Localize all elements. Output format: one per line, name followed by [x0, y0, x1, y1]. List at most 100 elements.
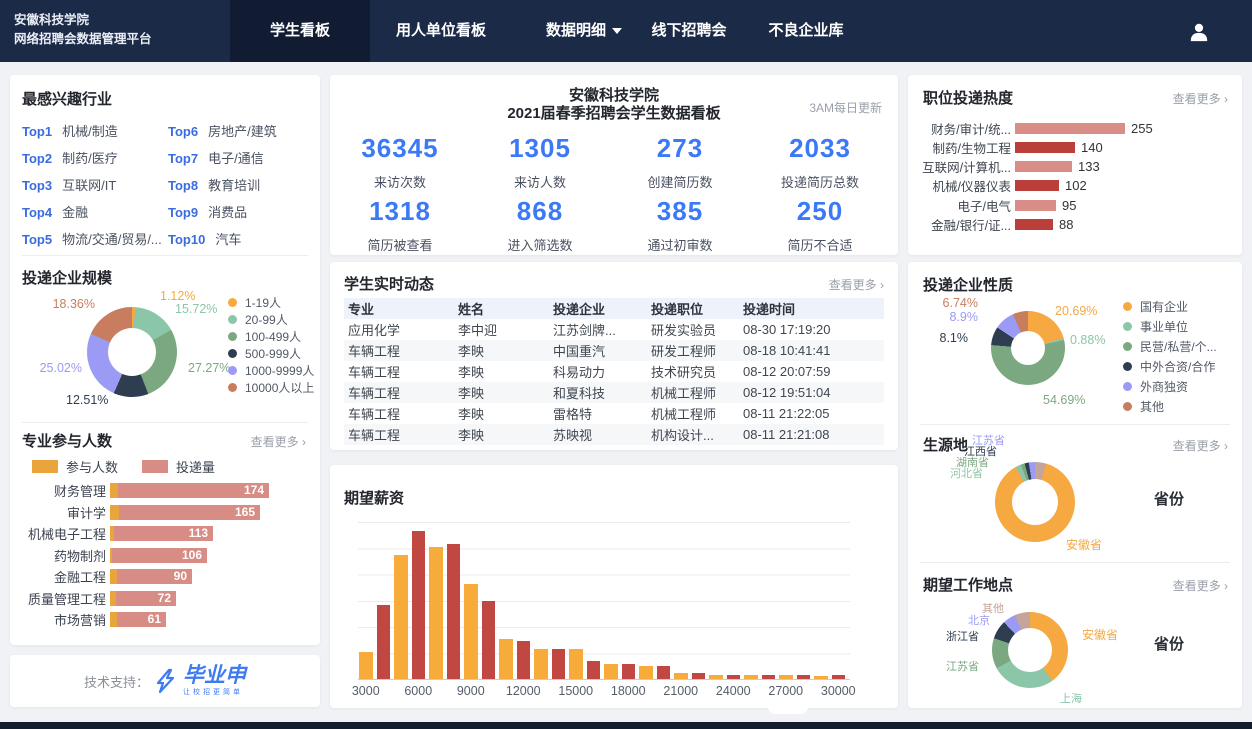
workplace-title: 期望工作地点	[923, 574, 1013, 595]
legend-dot	[1123, 402, 1132, 411]
nature-title: 投递企业性质	[923, 274, 1013, 295]
pct-label: 1.12%	[160, 289, 195, 303]
stat-label: 进入筛选数	[470, 235, 610, 254]
company-size-title: 投递企业规模	[22, 267, 112, 288]
histogram-bar	[744, 675, 758, 679]
legend-label: 中外合资/合作	[1140, 358, 1215, 375]
panel-notch	[768, 705, 808, 714]
participants-bar	[110, 483, 118, 498]
table-cell: 机械工程师	[647, 382, 739, 403]
legend-dot	[228, 349, 237, 358]
table-header: 专业	[344, 298, 454, 319]
majors-bar-row: 质量管理工程 72	[10, 591, 310, 606]
brand-slogan: 让校招更简单	[183, 687, 246, 697]
histogram-bar	[762, 675, 776, 679]
table-header: 投递时间	[739, 298, 884, 319]
histogram-bar	[832, 675, 846, 679]
origin-more-link[interactable]: 查看更多	[1173, 437, 1228, 454]
legend-label: 民营/私营/个...	[1140, 338, 1217, 355]
job-heat-row: 金融/银行/证... 88	[908, 219, 1238, 231]
table-cell: 车辆工程	[344, 403, 454, 424]
workplace-unit-label: 省份	[1154, 633, 1184, 654]
majors-category: 机械电子工程	[10, 524, 110, 543]
user-icon[interactable]	[1188, 21, 1210, 43]
company-size-legend: 1-19人20-99人100-499人500-999人1000-9999人100…	[228, 294, 314, 396]
table-row: 车辆工程李映中国重汽研发工程师08-18 10:41:41	[344, 340, 884, 361]
stat-label: 来访人数	[470, 172, 610, 191]
divider	[22, 422, 308, 423]
interest-industry: 互联网/IT	[62, 178, 116, 193]
x-tick-label: 30000	[821, 684, 856, 698]
majors-category: 药物制剂	[10, 546, 110, 565]
interest-item: Top4金融	[22, 202, 88, 221]
legend-label: 20-99人	[245, 311, 288, 328]
job-heat-bar	[1015, 142, 1075, 153]
interest-item: Top7电子/通信	[168, 148, 264, 167]
donut-hole	[1008, 628, 1052, 672]
table-cell: 科易动力	[549, 361, 647, 382]
job-heat-row: 制药/生物工程 140	[908, 141, 1238, 153]
stat-value: 1318	[330, 196, 470, 227]
bottom-bar	[0, 722, 1252, 729]
participants-bar	[110, 612, 117, 627]
legend-item: 100-499人	[228, 328, 314, 345]
tab-employer-board[interactable]: 用人单位看板	[371, 0, 511, 62]
stat-cell: 250简历不合适	[750, 196, 890, 254]
interest-industry: 制药/医疗	[62, 151, 118, 166]
right-lower-panel: 投递企业性质 20.69% 0.88% 54.69% 8.1% 8.9% 6.7…	[908, 262, 1242, 708]
histogram-bar	[779, 675, 793, 679]
majors-category: 金融工程	[10, 567, 110, 586]
histogram-bar	[622, 664, 636, 679]
interest-item: Top2制药/医疗	[22, 148, 118, 167]
geo-label: 浙江省	[946, 628, 979, 644]
job-heat-bar	[1015, 123, 1125, 134]
tab-student-board[interactable]: 学生看板	[230, 0, 370, 62]
legend-item: 事业单位	[1123, 316, 1217, 336]
table-row: 车辆工程李映科易动力技术研究员08-12 20:07:59	[344, 361, 884, 382]
histogram-bar	[709, 675, 723, 679]
majors-category: 财务管理	[10, 481, 110, 500]
table-cell: 雷格特	[549, 403, 647, 424]
table-header-row: 专业姓名投递企业投递职位投递时间	[344, 298, 884, 319]
workplace-more-link[interactable]: 查看更多	[1173, 577, 1228, 594]
job-heat-more-link[interactable]: 查看更多	[1173, 90, 1228, 107]
participants-bar	[110, 569, 117, 584]
table-cell: 机械工程师	[647, 403, 739, 424]
histogram-bar	[534, 649, 548, 679]
legend-item: 民营/私营/个...	[1123, 336, 1217, 356]
table-cell: 李映	[454, 382, 549, 403]
interest-industry: 消费品	[208, 205, 247, 220]
pct-label: 54.69%	[1043, 393, 1085, 407]
legend-dot	[1123, 302, 1132, 311]
table-cell: 08-18 10:41:41	[739, 340, 884, 361]
overview-panel: 安徽科技学院 2021届春季招聘会学生数据看板 3AM每日更新 36345来访次…	[330, 75, 898, 255]
majors-more-link[interactable]: 查看更多	[251, 433, 306, 450]
interest-industry: 机械/制造	[62, 124, 118, 139]
pct-label: 15.72%	[175, 302, 217, 316]
interest-rank: Top10	[168, 232, 205, 247]
origin-title: 生源地	[923, 434, 968, 455]
interest-industry: 房地产/建筑	[208, 124, 277, 139]
stat-value: 385	[610, 196, 750, 227]
job-heat-row: 财务/审计/统... 255	[908, 122, 1238, 134]
geo-label: 安徽省	[1082, 626, 1118, 643]
legend-label: 外商独资	[1140, 378, 1188, 395]
table-row: 车辆工程李映和夏科技机械工程师08-12 19:51:04	[344, 382, 884, 403]
interest-item: Top9消费品	[168, 202, 247, 221]
pct-label: 8.1%	[916, 331, 968, 345]
x-tick-label: 3000	[352, 684, 380, 698]
interest-item: Top6房地产/建筑	[168, 121, 277, 140]
divider	[920, 424, 1230, 425]
legend-item: 10000人以上	[228, 379, 314, 396]
legend-label: 其他	[1140, 398, 1164, 415]
tab-bad-company-db[interactable]: 不良企业库	[736, 0, 876, 62]
stat-value: 2033	[750, 133, 890, 164]
submissions-bar: 106	[112, 548, 207, 563]
top-navbar: 安徽科技学院 网络招聘会数据管理平台 学生看板 用人单位看板 数据明细 线下招聘…	[0, 0, 1252, 62]
interest-item: Top8教育培训	[168, 175, 260, 194]
realtime-more-link[interactable]: 查看更多	[829, 276, 884, 293]
majors-title: 专业参与人数	[22, 430, 112, 451]
histogram-bar	[604, 664, 618, 679]
legend-dot	[1123, 362, 1132, 371]
legend-label: 1000-9999人	[245, 362, 314, 379]
